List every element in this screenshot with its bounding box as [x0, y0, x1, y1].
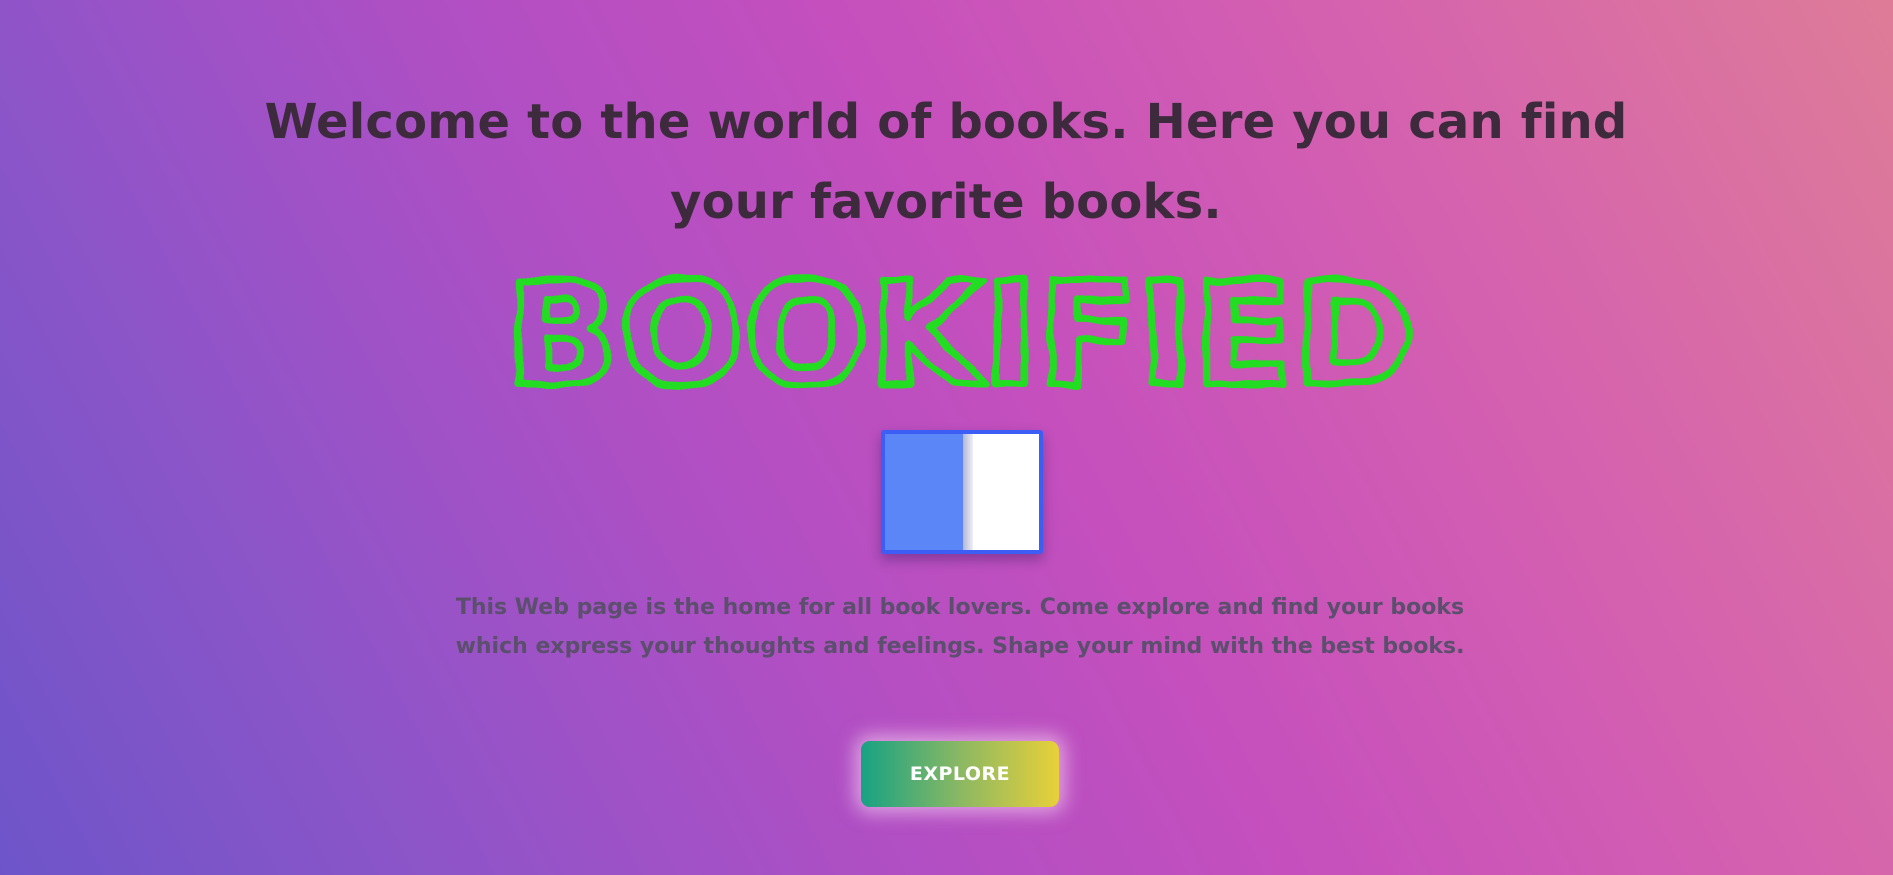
brand-logo: BOOKIFIED — [496, 262, 1426, 402]
book-left-page — [885, 434, 963, 550]
brand-logo-text: BOOKIFIED — [506, 262, 1416, 402]
book-spine — [963, 434, 973, 550]
intro-description: This Web page is the home for all book l… — [455, 595, 1465, 659]
explore-button[interactable]: EXPLORE — [861, 741, 1059, 807]
landing-page: Welcome to the world of books. Here you … — [0, 0, 1893, 875]
brand-logo-graphic: BOOKIFIED — [503, 262, 1420, 402]
welcome-heading: Welcome to the world of books. Here you … — [264, 94, 1628, 230]
open-book-icon — [881, 430, 1043, 554]
